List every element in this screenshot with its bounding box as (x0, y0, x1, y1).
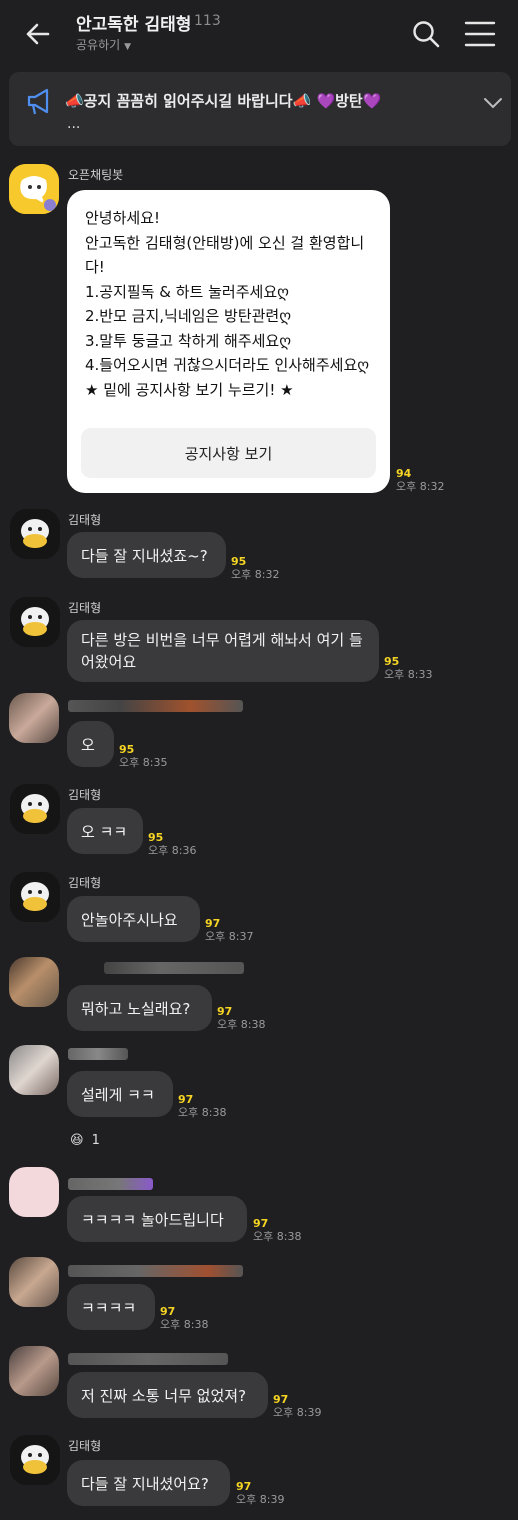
message-bubble[interactable]: ㅋㅋㅋㅋ (67, 1284, 155, 1330)
unread-count: 97 (273, 1393, 289, 1406)
unread-count: 97 (217, 1005, 233, 1018)
duck-avatar[interactable] (10, 784, 60, 834)
reaction-emoji: 😆 (70, 1132, 84, 1148)
member-count: 113 (194, 13, 221, 29)
unread-count: 95 (148, 831, 164, 844)
megaphone-icon (27, 88, 49, 115)
sender-name: 오픈채팅봇 (68, 168, 124, 182)
message-time: 오후 8:37 (205, 930, 254, 943)
unread-count: 97 (236, 1480, 252, 1493)
bot-welcome-text: 안녕하세요! 안고독한 김태형(안태방)에 오신 걸 환영합니다! 1.공지필독… (85, 209, 370, 399)
message-time: 오후 8:36 (148, 844, 197, 857)
message-bubble[interactable]: 오 (67, 721, 114, 767)
message-bubble[interactable]: 안놀아주시나요 (67, 896, 200, 942)
message-bubble[interactable]: 오 ㅋㅋ (67, 808, 143, 854)
duck-avatar[interactable] (10, 1435, 60, 1485)
blurred-sender-name (68, 1178, 153, 1190)
user-avatar[interactable] (9, 1346, 59, 1396)
message-meta: 97 오후 8:38 (160, 1305, 208, 1331)
duck-avatar[interactable] (10, 509, 60, 559)
unread-count: 97 (178, 1093, 194, 1106)
user-avatar[interactable] (9, 693, 59, 743)
search-icon[interactable] (410, 18, 442, 50)
blurred-sender-name (104, 962, 244, 974)
message-bubble[interactable]: 뭐하고 노실래요? (67, 985, 212, 1031)
message-meta: 97 오후 8:37 (205, 917, 253, 943)
sender-name: 김태형 (68, 788, 102, 802)
message-meta: 97 오후 8:38 (217, 1005, 265, 1031)
sender-name: 김태형 (68, 601, 102, 615)
duck-avatar-icon (10, 509, 60, 559)
blurred-sender-name (68, 700, 243, 712)
message-time: 오후 8:38 (160, 1318, 209, 1331)
message-bubble[interactable]: 다들 잘 지내셨죠~? (67, 532, 226, 578)
sender-name: 김태형 (68, 876, 102, 890)
message-time: 오후 8:38 (253, 1230, 302, 1243)
duck-avatar-icon (10, 784, 60, 834)
sender-name: 김태형 (68, 513, 102, 527)
message-time: 오후 8:39 (273, 1406, 322, 1419)
blurred-sender-name (68, 1265, 243, 1277)
unread-count: 95 (231, 555, 247, 568)
unread-count: 94 (396, 467, 412, 480)
back-arrow-icon[interactable] (22, 18, 54, 50)
user-avatar[interactable] (9, 1167, 59, 1217)
duck-avatar[interactable] (10, 597, 60, 647)
message-time: 오후 8:38 (178, 1106, 227, 1119)
message-time: 오후 8:32 (396, 480, 445, 493)
unread-count: 97 (205, 917, 221, 930)
user-avatar[interactable] (9, 1045, 59, 1095)
bot-avatar-icon (9, 164, 59, 214)
unread-count: 97 (160, 1305, 176, 1318)
message-bubble[interactable]: 다들 잘 지내셨어요? (67, 1460, 230, 1506)
message-meta: 97 오후 8:39 (236, 1480, 284, 1506)
user-avatar[interactable] (9, 957, 59, 1007)
view-notice-button[interactable]: 공지사항 보기 (81, 428, 376, 478)
bot-avatar[interactable] (9, 164, 59, 214)
duck-avatar-icon (10, 1435, 60, 1485)
reaction-badge[interactable]: 😆 1 (70, 1126, 100, 1154)
duck-avatar[interactable] (10, 872, 60, 922)
menu-icon[interactable] (464, 20, 496, 48)
message-time: 오후 8:33 (384, 668, 433, 681)
message-meta: 95 오후 8:32 (231, 555, 279, 581)
duck-avatar-icon (10, 872, 60, 922)
message-meta: 97 오후 8:38 (253, 1217, 301, 1243)
notice-text: 📣공지 꼼꼼히 읽어주시길 바랍니다📣 💜방탄💜 (65, 92, 382, 110)
message-bubble[interactable]: ㅋㅋㅋㅋ 놀아드립니다 (67, 1196, 247, 1242)
message-meta: 94 오후 8:32 (396, 467, 444, 493)
user-avatar[interactable] (9, 1257, 59, 1307)
message-meta: 95 오후 8:35 (119, 743, 167, 769)
blurred-sender-name (68, 1048, 128, 1060)
unread-count: 95 (384, 655, 400, 668)
notice-banner[interactable]: 📣공지 꼼꼼히 읽어주시길 바랍니다📣 💜방탄💜 ... (9, 72, 511, 146)
share-label: 공유하기 (76, 38, 121, 52)
message-meta: 97 오후 8:39 (273, 1393, 321, 1419)
notice-more: ... (67, 116, 81, 132)
unread-count: 97 (253, 1217, 269, 1230)
message-bubble[interactable]: 저 진짜 소통 너무 없었져? (67, 1372, 268, 1418)
share-dropdown[interactable]: 공유하기 ▼ (76, 36, 131, 53)
caret-down-icon: ▼ (124, 42, 132, 52)
bot-welcome-card: 안녕하세요! 안고독한 김태형(안태방)에 오신 걸 환영합니다! 1.공지필독… (67, 190, 390, 493)
message-time: 오후 8:38 (217, 1018, 266, 1031)
message-bubble[interactable]: 설레게 ㅋㅋ (67, 1071, 173, 1117)
chat-title[interactable]: 안고독한 김태형 (76, 10, 191, 35)
message-time: 오후 8:32 (231, 568, 280, 581)
chat-header: 안고독한 김태형 113 공유하기 ▼ (0, 0, 518, 66)
duck-avatar-icon (10, 597, 60, 647)
message-meta: 95 오후 8:36 (148, 831, 196, 857)
message-meta: 97 오후 8:38 (178, 1093, 226, 1119)
sender-name: 김태형 (68, 1439, 102, 1453)
message-time: 오후 8:39 (236, 1493, 285, 1506)
message-time: 오후 8:35 (119, 756, 168, 769)
chevron-down-icon[interactable] (481, 94, 505, 112)
blurred-sender-name (68, 1353, 228, 1365)
message-meta: 95 오후 8:33 (384, 655, 432, 681)
message-bubble[interactable]: 다른 방은 비번을 너무 어렵게 해놔서 여기 들어왔어요 (67, 620, 379, 682)
unread-count: 95 (119, 743, 135, 756)
reaction-count: 1 (91, 1132, 100, 1148)
